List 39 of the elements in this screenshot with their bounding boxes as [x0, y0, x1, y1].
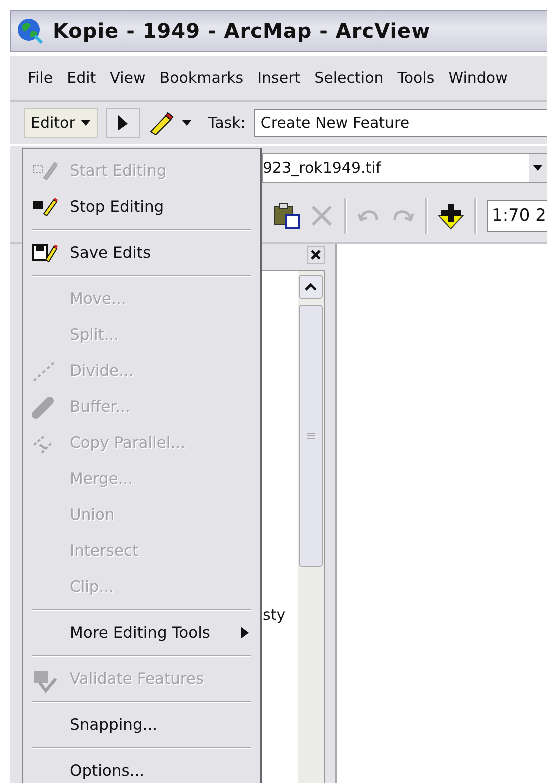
menu-bar-item[interactable]: View — [110, 69, 146, 87]
scroll-up-button[interactable] — [299, 275, 323, 299]
divide-line-icon — [32, 361, 56, 383]
close-icon[interactable] — [307, 246, 325, 264]
editor-menu-button[interactable]: Editor — [24, 108, 98, 138]
menu-bar-item[interactable]: Insert — [258, 69, 301, 87]
menu-bar-item[interactable]: Selection — [314, 69, 384, 87]
menu-bar-item[interactable]: Window — [448, 69, 508, 87]
menu-bar-item[interactable]: Tools — [398, 69, 435, 87]
validate-icon — [32, 669, 58, 693]
window-title: Kopie - 1949 - ArcMap - ArcView — [53, 19, 431, 43]
buffer-icon — [32, 397, 56, 419]
save-icon — [32, 243, 58, 263]
menu-bar-item[interactable]: Edit — [67, 69, 96, 87]
add-data-icon[interactable] — [438, 202, 464, 230]
caret-icon — [81, 120, 92, 126]
pencil-icon — [32, 161, 58, 181]
select-tool-button[interactable] — [106, 108, 140, 138]
scale-field[interactable]: 1:70 2 — [487, 200, 547, 232]
globe-icon — [17, 18, 43, 44]
menu-bar-item[interactable]: Bookmarks — [160, 69, 244, 87]
menu-item[interactable]: Stop Editing — [26, 189, 257, 225]
menu-item[interactable]: Snapping... — [26, 707, 257, 743]
pencil-icon — [32, 197, 58, 217]
pointer-icon — [117, 115, 130, 131]
menu-item[interactable]: Options... — [26, 753, 257, 783]
caret-icon — [533, 165, 543, 171]
menu-item[interactable]: Save Edits — [26, 235, 257, 271]
caret-icon[interactable] — [182, 120, 192, 126]
menu-item[interactable]: More Editing Tools — [26, 615, 257, 651]
paste-icon[interactable] — [274, 203, 300, 229]
layer-combo[interactable]: 923_rok1949.tif — [262, 153, 547, 183]
caret-up-icon — [305, 283, 317, 291]
pencil-icon[interactable] — [148, 111, 174, 135]
menu-bar-item[interactable]: File — [28, 69, 54, 87]
task-label: Task: — [208, 114, 246, 132]
task-field[interactable]: Create New Feature — [254, 109, 547, 137]
layer-label: sty — [263, 606, 286, 624]
submenu-arrow-icon — [241, 627, 249, 639]
